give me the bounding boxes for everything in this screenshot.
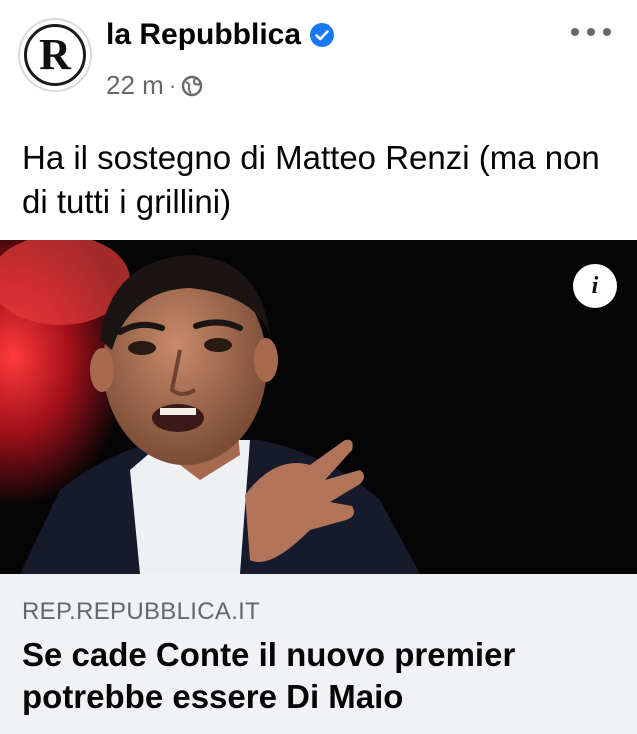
more-dot xyxy=(587,28,595,36)
post-text: Ha il sostegno di Matteo Renzi (ma non d… xyxy=(22,139,600,220)
post-meta: 22 m · xyxy=(106,70,203,101)
more-options-icon[interactable] xyxy=(571,22,611,42)
verified-badge-icon xyxy=(310,23,335,47)
link-preview[interactable]: REP.REPUBBLICA.IT Se cade Conte il nuovo… xyxy=(0,574,637,734)
link-domain: REP.REPUBBLICA.IT xyxy=(22,598,261,625)
post-image[interactable]: i xyxy=(0,240,637,574)
meta-separator: · xyxy=(168,72,177,98)
page-avatar[interactable]: R xyxy=(18,18,92,92)
link-title[interactable]: Se cade Conte il nuovo premier potrebbe … xyxy=(22,634,622,718)
more-dot xyxy=(571,28,579,36)
post-header: R la Repubblica 22 m · xyxy=(0,0,637,118)
photo-illustration xyxy=(0,240,637,574)
page-name-row[interactable]: la Repubblica xyxy=(106,18,335,52)
globe-icon[interactable] xyxy=(181,75,203,97)
more-dot xyxy=(603,28,611,36)
post-timestamp[interactable]: 22 m xyxy=(106,70,164,101)
page-name[interactable]: la Repubblica xyxy=(106,18,301,52)
avatar-logo: R xyxy=(24,24,86,86)
info-icon[interactable]: i xyxy=(573,264,617,308)
